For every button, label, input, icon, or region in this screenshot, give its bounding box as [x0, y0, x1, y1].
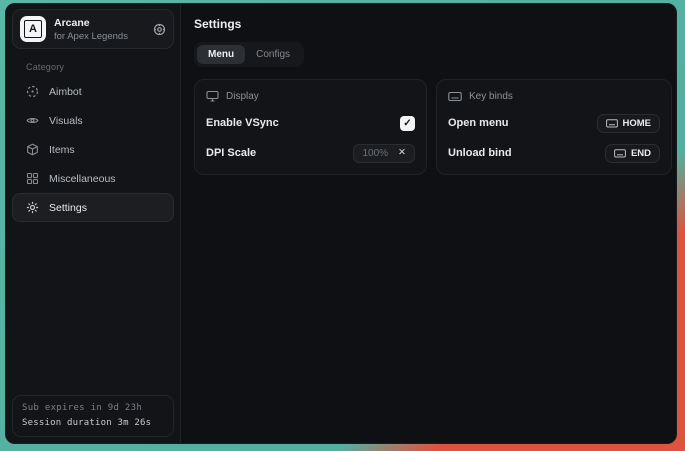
app-logo-letter: A	[24, 20, 42, 38]
session-duration-text: Session duration 3m 26s	[22, 418, 164, 428]
keyboard-icon	[606, 119, 618, 128]
unload-bind-button[interactable]: END	[605, 144, 660, 163]
check-icon: ✓	[403, 118, 411, 129]
sub-expires-text: Sub expires in 9d 23h	[22, 403, 164, 413]
app-logo: A	[20, 16, 46, 42]
dpi-scale-input[interactable]: 100% ✕	[353, 144, 415, 163]
sidebar-item-visuals[interactable]: Visuals	[12, 106, 174, 135]
sidebar-item-label: Visuals	[49, 115, 83, 127]
subscription-info-card: Sub expires in 9d 23h Session duration 3…	[12, 395, 174, 437]
page-title: Settings	[194, 17, 672, 31]
open-menu-bind-key: HOME	[623, 118, 652, 129]
tab-menu[interactable]: Menu	[197, 45, 245, 64]
sidebar-item-aimbot[interactable]: Aimbot	[12, 77, 174, 106]
enable-vsync-row: Enable VSync ✓	[206, 113, 415, 133]
category-label: Category	[26, 62, 174, 72]
dpi-scale-value: 100%	[362, 148, 388, 159]
open-menu-label: Open menu	[448, 117, 509, 129]
settings-tab-group: Menu Configs	[194, 42, 304, 67]
app-window: A Arcane for Apex Legends Category	[5, 3, 677, 444]
sidebar-item-settings[interactable]: Settings	[12, 193, 174, 222]
settings-cards-row: Display Enable VSync ✓ DPI Scale 100% ✕	[194, 79, 672, 175]
app-title-block: Arcane for Apex Legends	[54, 17, 128, 42]
keyboard-icon	[614, 149, 626, 158]
crosshair-icon	[26, 85, 39, 98]
unload-bind-label: Unload bind	[448, 147, 512, 159]
display-card: Display Enable VSync ✓ DPI Scale 100% ✕	[194, 79, 427, 175]
enable-vsync-label: Enable VSync	[206, 117, 279, 129]
monitor-icon	[206, 90, 219, 102]
sidebar-item-label: Aimbot	[49, 86, 82, 98]
app-subtitle: for Apex Legends	[54, 31, 128, 42]
display-card-title: Display	[226, 91, 259, 102]
keybinds-card: Key binds Open menu HOME	[436, 79, 672, 175]
sidebar-item-items[interactable]: Items	[12, 135, 174, 164]
sidebar: A Arcane for Apex Legends Category	[6, 4, 181, 443]
enable-vsync-checkbox[interactable]: ✓	[400, 116, 415, 131]
sidebar-nav: Aimbot Visuals Items	[12, 77, 174, 222]
package-icon	[26, 143, 39, 156]
sidebar-spacer	[12, 222, 174, 395]
unload-bind-key: END	[631, 148, 651, 159]
gear-icon	[26, 201, 39, 214]
eye-icon	[26, 114, 39, 127]
dpi-scale-row: DPI Scale 100% ✕	[206, 143, 415, 163]
app-header-card: A Arcane for Apex Legends	[12, 9, 174, 49]
tab-configs[interactable]: Configs	[245, 45, 301, 64]
keyboard-icon	[448, 91, 462, 102]
clear-icon[interactable]: ✕	[398, 148, 406, 158]
open-menu-row: Open menu HOME	[448, 113, 660, 133]
app-name: Arcane	[54, 17, 128, 29]
open-menu-bind-button[interactable]: HOME	[597, 114, 661, 133]
target-icon[interactable]	[153, 23, 166, 36]
sidebar-item-label: Settings	[49, 202, 87, 214]
main-content: Settings Menu Configs Display	[181, 4, 677, 443]
keybinds-card-title: Key binds	[469, 91, 513, 102]
sidebar-item-miscellaneous[interactable]: Miscellaneous	[12, 164, 174, 193]
grid-icon	[26, 172, 39, 185]
unload-bind-row: Unload bind END	[448, 143, 660, 163]
sidebar-item-label: Items	[49, 144, 75, 156]
display-card-header: Display	[206, 89, 415, 103]
sidebar-item-label: Miscellaneous	[49, 173, 116, 185]
dpi-scale-label: DPI Scale	[206, 147, 256, 159]
keybinds-card-header: Key binds	[448, 89, 660, 103]
